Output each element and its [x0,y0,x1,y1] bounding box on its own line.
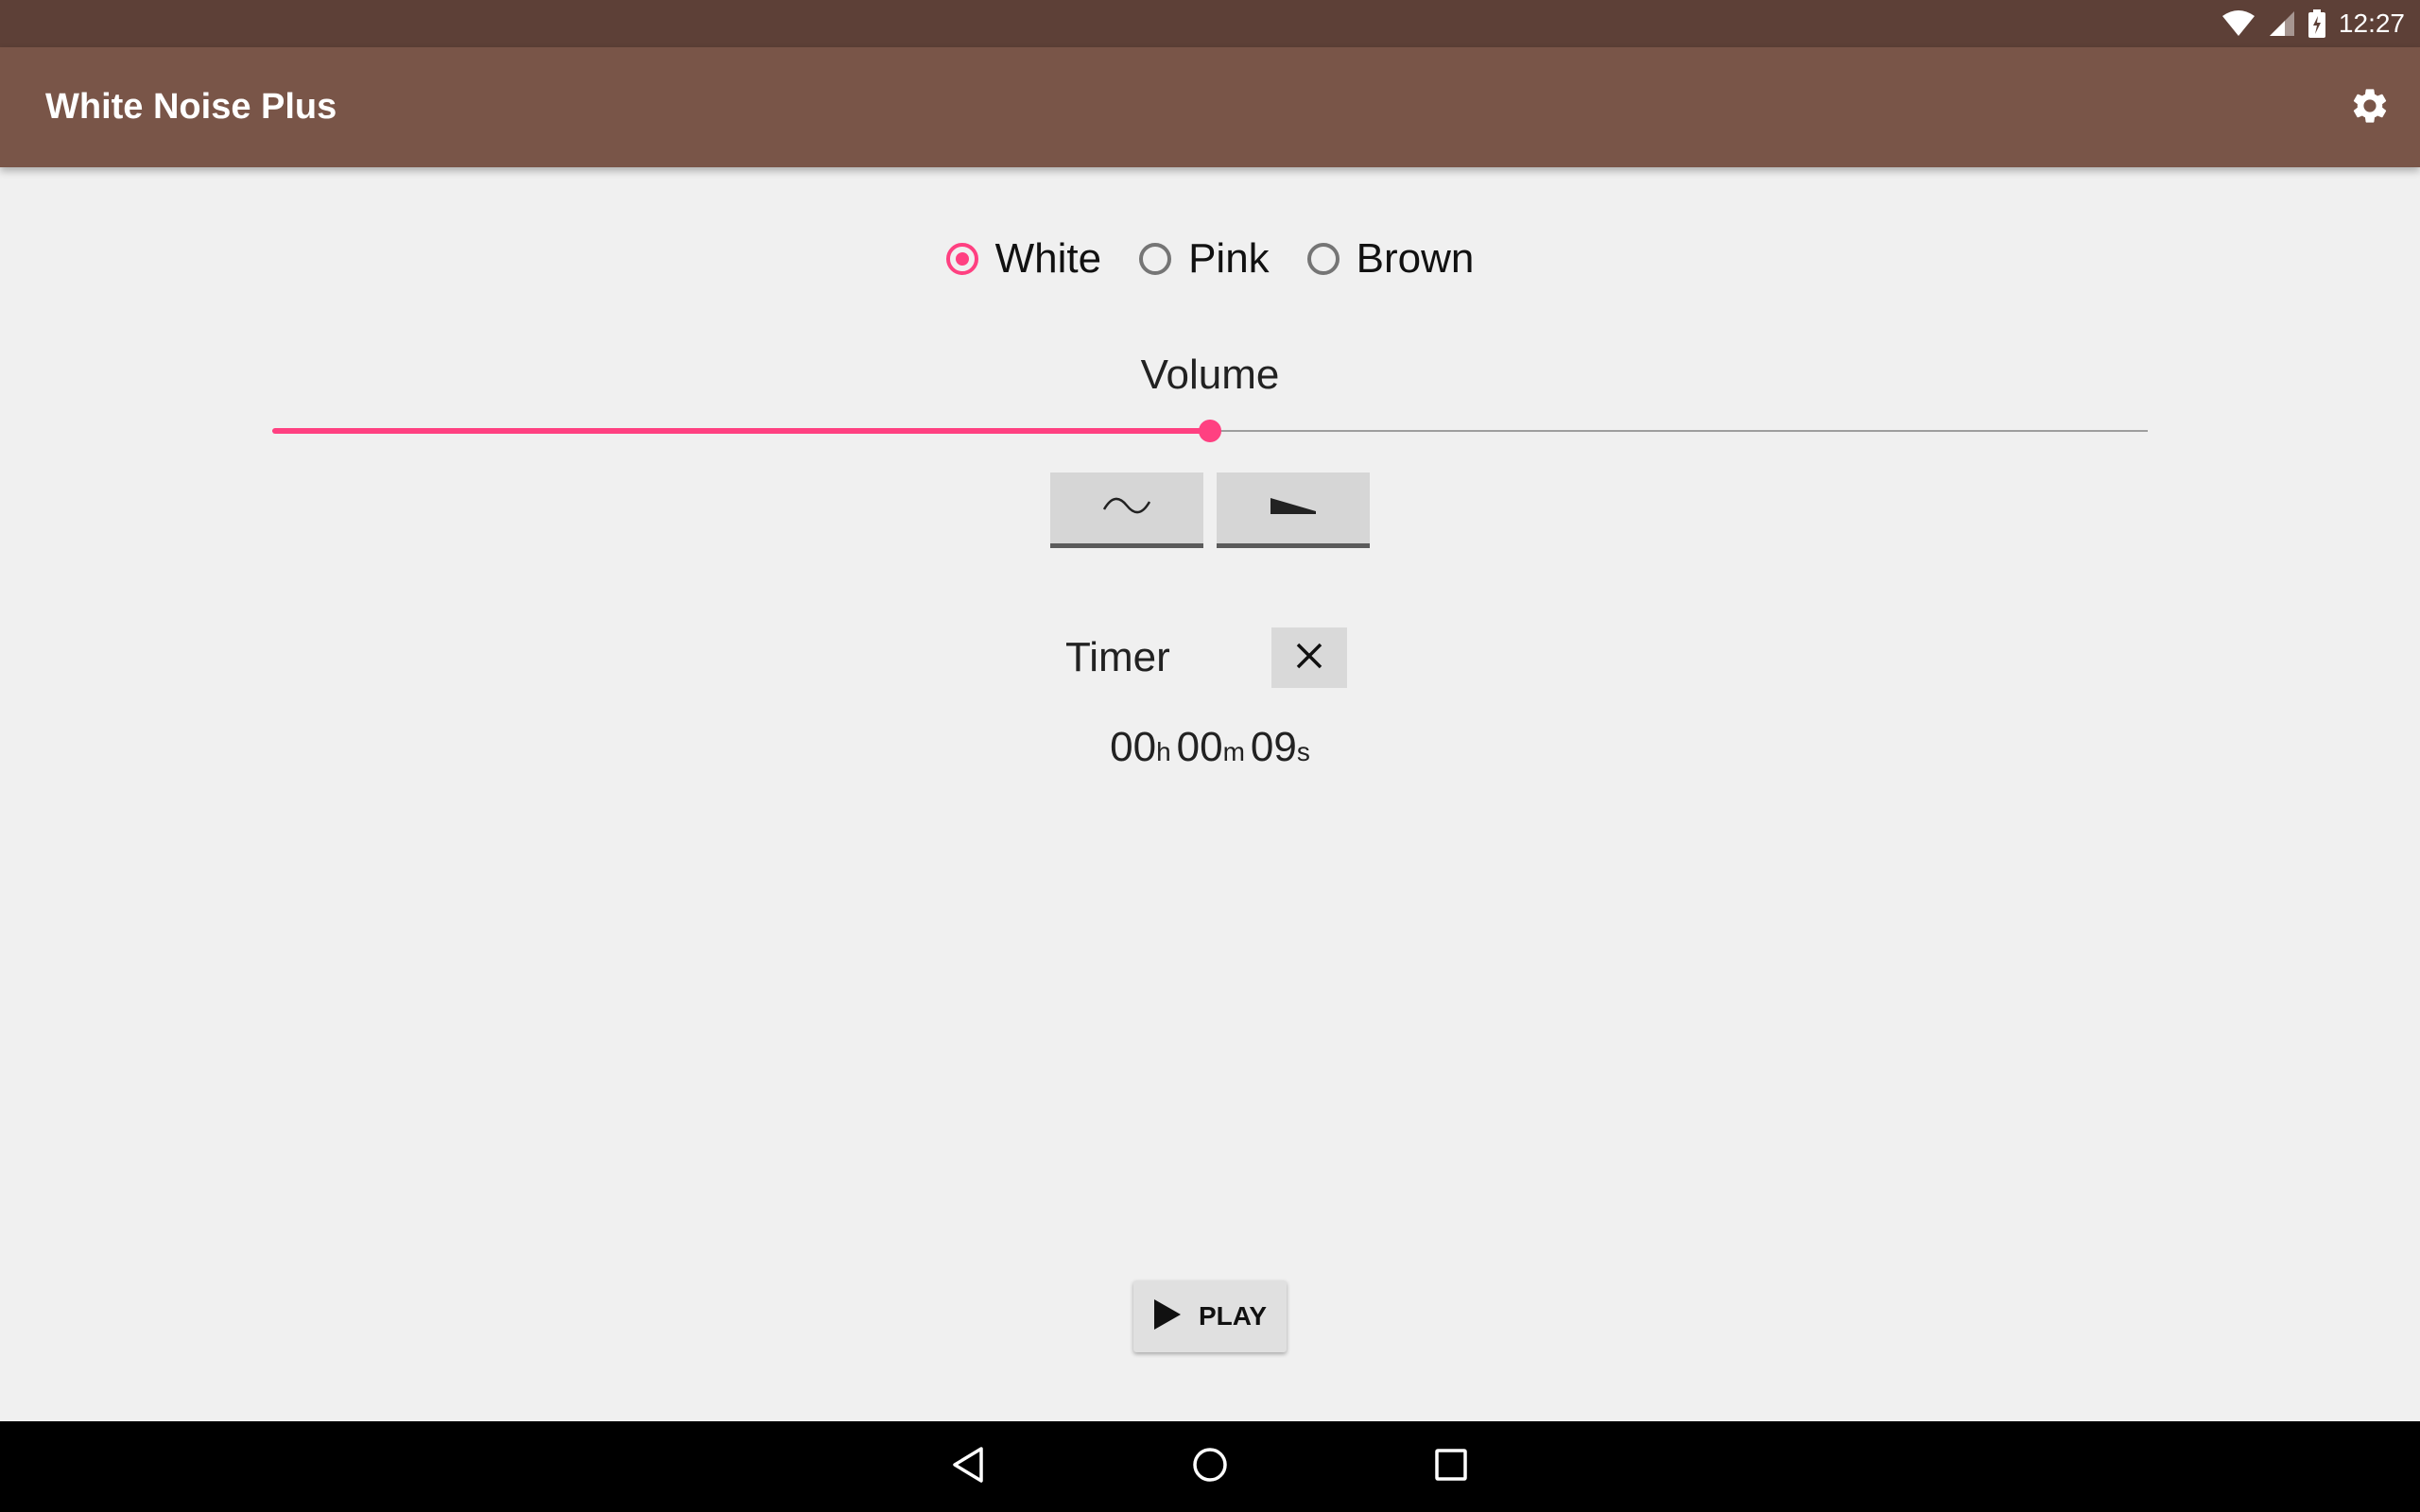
radio-button-checked[interactable] [945,243,978,275]
timer-minutes: 00 [1176,724,1223,770]
close-icon [1295,642,1323,675]
recents-icon [1434,1448,1468,1486]
status-bar: 12:27 [0,0,2420,47]
cell-signal-icon [2269,10,2295,37]
wifi-icon [2221,10,2256,37]
app-title: White Noise Plus [45,87,337,127]
app-bar: White Noise Plus [0,47,2420,167]
nav-back-button[interactable] [938,1436,998,1497]
shape-buttons [0,472,2420,548]
timer-row: Timer [1065,627,1347,688]
radio-pink[interactable]: Pink [1139,231,1270,287]
radio-label: Pink [1188,235,1270,282]
timer-display[interactable]: 00h 00m 09s [0,724,2420,771]
gear-icon [2349,85,2391,131]
timer-clear-button[interactable] [1271,627,1347,688]
radio-button[interactable] [1139,243,1172,275]
play-button[interactable]: PLAY [1133,1280,1287,1352]
sine-wave-icon [1102,494,1151,522]
status-time: 12:27 [2338,9,2405,38]
sine-wave-button[interactable] [1050,472,1203,548]
play-icon [1153,1298,1182,1335]
home-icon [1191,1446,1229,1488]
status-icons: 12:27 [2221,0,2405,47]
radio-label: Brown [1356,235,1475,282]
play-label: PLAY [1198,1301,1268,1331]
timer-hours-unit: h [1156,737,1171,766]
volume-label: Volume [1140,352,1280,398]
radio-white[interactable]: White [945,231,1102,287]
volume-slider-thumb[interactable] [1199,420,1221,442]
volume-slider-fill [272,428,1210,434]
radio-label: White [994,235,1102,282]
settings-button[interactable] [2341,78,2399,137]
nav-recents-button[interactable] [1421,1436,1481,1497]
timer-label: Timer [1065,634,1170,680]
nav-home-button[interactable] [1180,1436,1240,1497]
timer-minutes-unit: m [1222,737,1245,766]
radio-button[interactable] [1306,243,1340,275]
volume-slider[interactable] [272,420,2148,442]
timer-seconds-unit: s [1296,737,1310,766]
back-icon [951,1446,985,1488]
ramp-icon [1269,496,1318,520]
noise-type-radio-group: White Pink Brown [0,231,2420,287]
radio-brown[interactable]: Brown [1306,231,1475,287]
battery-charging-icon [2308,9,2325,38]
navigation-bar [0,1421,2420,1512]
timer-hours: 00 [1110,724,1157,770]
timer-seconds: 09 [1250,724,1297,770]
ramp-button[interactable] [1217,472,1370,548]
